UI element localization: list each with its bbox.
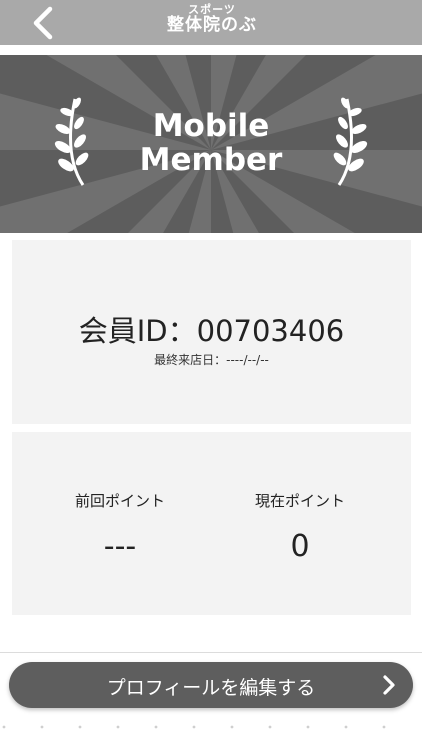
points-card: 前回ポイント --- 現在ポイント 0 — [12, 432, 411, 615]
decorative-dot — [154, 725, 158, 729]
mobile-member-banner: Mobile Member — [0, 55, 422, 233]
decorative-dot — [116, 725, 120, 729]
app-logo: スポーツ 整体院のぶ — [164, 4, 260, 40]
edit-profile-label: プロフィールを編集する — [106, 677, 316, 699]
logo-text-top: スポーツ — [188, 3, 236, 16]
edit-profile-button[interactable]: プロフィールを編集する — [9, 662, 413, 708]
previous-points-label: 前回ポイント — [74, 492, 165, 510]
decorative-dot — [382, 725, 386, 729]
decorative-dot — [78, 725, 82, 729]
decorative-dot — [230, 725, 234, 729]
back-button[interactable] — [26, 4, 62, 42]
header-bar: スポーツ 整体院のぶ — [0, 0, 422, 45]
previous-points-value: --- — [103, 529, 137, 564]
decorative-dot — [192, 725, 196, 729]
decorative-dot — [2, 725, 6, 729]
chevron-left-icon — [33, 6, 53, 40]
chevron-right-icon — [383, 675, 395, 695]
laurel-icon — [333, 97, 368, 186]
decorative-dots — [2, 725, 386, 729]
member-card: 会員ID：00703406 最終来店日：----/--/-- — [12, 240, 411, 424]
decorative-dot — [268, 725, 272, 729]
logo-text-main: 整体院のぶ — [167, 15, 257, 35]
decorative-dot — [306, 725, 310, 729]
footer-divider — [0, 652, 422, 653]
current-points: 現在ポイント 0 — [210, 490, 390, 564]
decorative-dot — [40, 725, 44, 729]
current-points-value: 0 — [290, 529, 310, 564]
previous-points: 前回ポイント --- — [30, 490, 210, 564]
decorative-dot — [344, 725, 348, 729]
last-visit-date: 最終来店日：----/--/-- — [154, 353, 269, 367]
member-id: 会員ID：00703406 — [78, 314, 345, 348]
current-points-label: 現在ポイント — [254, 492, 345, 510]
